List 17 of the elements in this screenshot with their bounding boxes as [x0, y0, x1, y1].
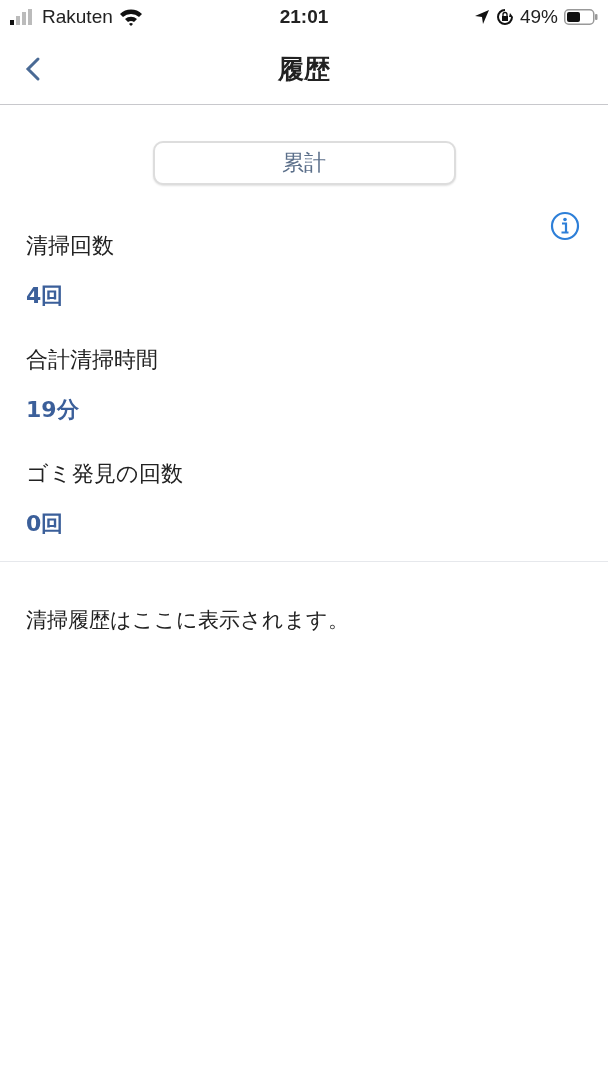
cumulative-button[interactable]: 累計: [152, 141, 456, 185]
location-arrow-icon: [473, 9, 490, 25]
info-icon[interactable]: [550, 211, 580, 241]
battery-percent: 49%: [519, 6, 558, 28]
rotation-lock-icon: [495, 8, 514, 26]
carrier-name: Rakuten: [42, 6, 113, 28]
stat-value: 19分: [26, 396, 80, 424]
stat-label: 合計清掃時間: [26, 346, 159, 374]
screen-title: 履歴: [278, 52, 330, 86]
empty-history-message: 清掃履歴はここに表示されます。: [26, 608, 349, 632]
battery-icon: [564, 9, 598, 25]
wifi-icon: [118, 8, 143, 26]
stat-label: ゴミ発見の回数: [26, 460, 184, 488]
stat-value: 0回: [26, 510, 65, 538]
stat-value: 4回: [26, 282, 65, 310]
status-time: 21:01: [279, 6, 329, 28]
stat-label: 清掃回数: [26, 232, 115, 260]
